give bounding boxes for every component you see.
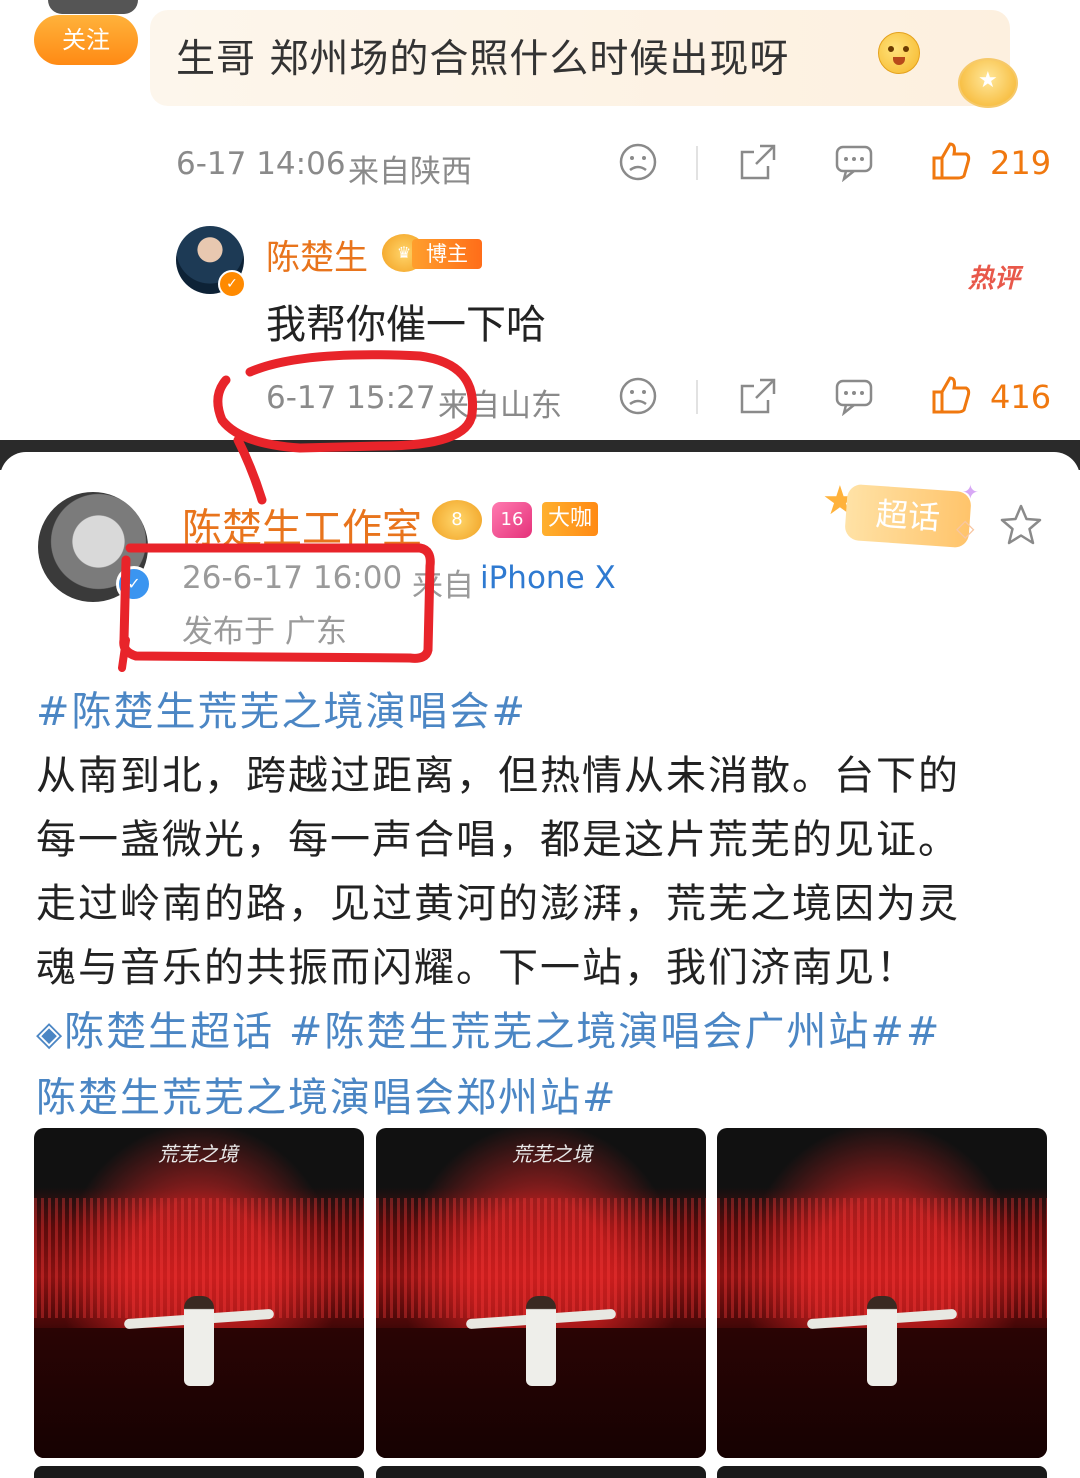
- post-body-line: 从南到北，跨越过距离，但热情从未消散。台下的: [36, 753, 960, 799]
- thumbs-up-icon[interactable]: [930, 374, 972, 416]
- post-author-name[interactable]: 陈楚生工作室: [182, 496, 422, 554]
- reply-author-name[interactable]: 陈楚生: [266, 230, 368, 279]
- like-count: 416: [990, 378, 1052, 416]
- comment-text: 生哥 郑州场的合照什么时候出现呀: [176, 37, 790, 82]
- reply-text: 我帮你催一下哈: [266, 302, 546, 348]
- comment-icon[interactable]: [834, 142, 874, 182]
- comment-section: 关注 生哥 郑州场的合照什么时候出现呀 ★ 6-17 14:06 来自陕西 21…: [0, 0, 1080, 452]
- commenter-avatar[interactable]: [48, 0, 138, 14]
- dislike-face-icon[interactable]: [618, 142, 658, 182]
- performer: [184, 1296, 214, 1386]
- reply-location: 来自山东: [438, 388, 562, 424]
- post-location: 发布于 广东: [182, 614, 347, 650]
- follow-button[interactable]: 关注: [34, 15, 138, 65]
- role-badge: 大咖: [542, 502, 598, 536]
- share-icon[interactable]: [738, 142, 778, 182]
- supertopic-link[interactable]: 陈楚生超话: [64, 1009, 274, 1055]
- photo-row-peek: [717, 1466, 1047, 1478]
- post-timestamp: 26-6-17 16:00: [182, 560, 403, 596]
- hashtag-link[interactable]: 陈楚生荒芜之境演唱会郑州站#: [36, 1066, 1056, 1130]
- blogger-badge: ♛ 博主: [382, 234, 482, 272]
- post-body: #陈楚生荒芜之境演唱会# 从南到北，跨越过距离，但热情从未消散。台下的 每一盏微…: [36, 680, 1056, 1130]
- favorite-star-icon[interactable]: [998, 502, 1044, 548]
- hot-comment-badge: 热评: [968, 264, 1021, 294]
- concert-logo: 荒芜之境: [158, 1142, 238, 1166]
- sparkle-icon: ✦: [962, 480, 979, 504]
- hashtag-link[interactable]: #陈楚生荒芜之境演唱会广州站##: [289, 1009, 942, 1055]
- photo-row-peek: [376, 1466, 706, 1478]
- fan-level-badge: 16: [492, 502, 532, 538]
- verified-icon: ✓: [218, 270, 246, 298]
- divider: [696, 380, 698, 414]
- comment-timestamp: 6-17 14:06: [176, 146, 346, 182]
- gold-medal-icon: ★: [958, 58, 1018, 108]
- post-device-link[interactable]: iPhone X: [480, 560, 616, 596]
- concert-photo[interactable]: 荒芜之境: [34, 1128, 364, 1458]
- post-body-line: 魂与音乐的共振而闪耀。下一站，我们济南见！: [36, 945, 918, 991]
- concert-photo[interactable]: 荒芜之境: [376, 1128, 706, 1458]
- level-crown-icon: 8: [432, 500, 482, 540]
- concert-logo: 荒芜之境: [512, 1142, 592, 1166]
- photo-row-peek: [34, 1466, 364, 1478]
- diamond-icon: ◇: [956, 514, 975, 542]
- dislike-face-icon[interactable]: [618, 376, 658, 416]
- comment-icon[interactable]: [834, 376, 874, 416]
- concert-photo[interactable]: [717, 1128, 1047, 1458]
- performer: [526, 1296, 556, 1386]
- divider: [696, 146, 698, 180]
- supertopic-diamond-icon: ◈: [36, 1014, 65, 1054]
- hashtag-link[interactable]: #陈楚生荒芜之境演唱会#: [36, 680, 1056, 744]
- reply-timestamp: 6-17 15:27: [266, 380, 436, 416]
- post-body-line: 每一盏微光，每一声合唱，都是这片荒芜的见证。: [36, 817, 960, 863]
- share-icon[interactable]: [738, 376, 778, 416]
- supertopic-button[interactable]: 超话: [844, 483, 972, 549]
- blush-emoji-icon: [878, 32, 920, 74]
- verified-icon: ✓: [116, 566, 152, 602]
- comment-location: 来自陕西: [348, 154, 472, 190]
- blogger-label: 博主: [412, 239, 482, 269]
- performer: [867, 1296, 897, 1386]
- thumbs-up-icon[interactable]: [930, 140, 972, 182]
- like-count: 219: [990, 144, 1052, 182]
- post-source-prefix: 来自: [412, 568, 474, 604]
- post-body-line: 走过岭南的路，见过黄河的澎湃，荒芜之境因为灵: [36, 881, 960, 927]
